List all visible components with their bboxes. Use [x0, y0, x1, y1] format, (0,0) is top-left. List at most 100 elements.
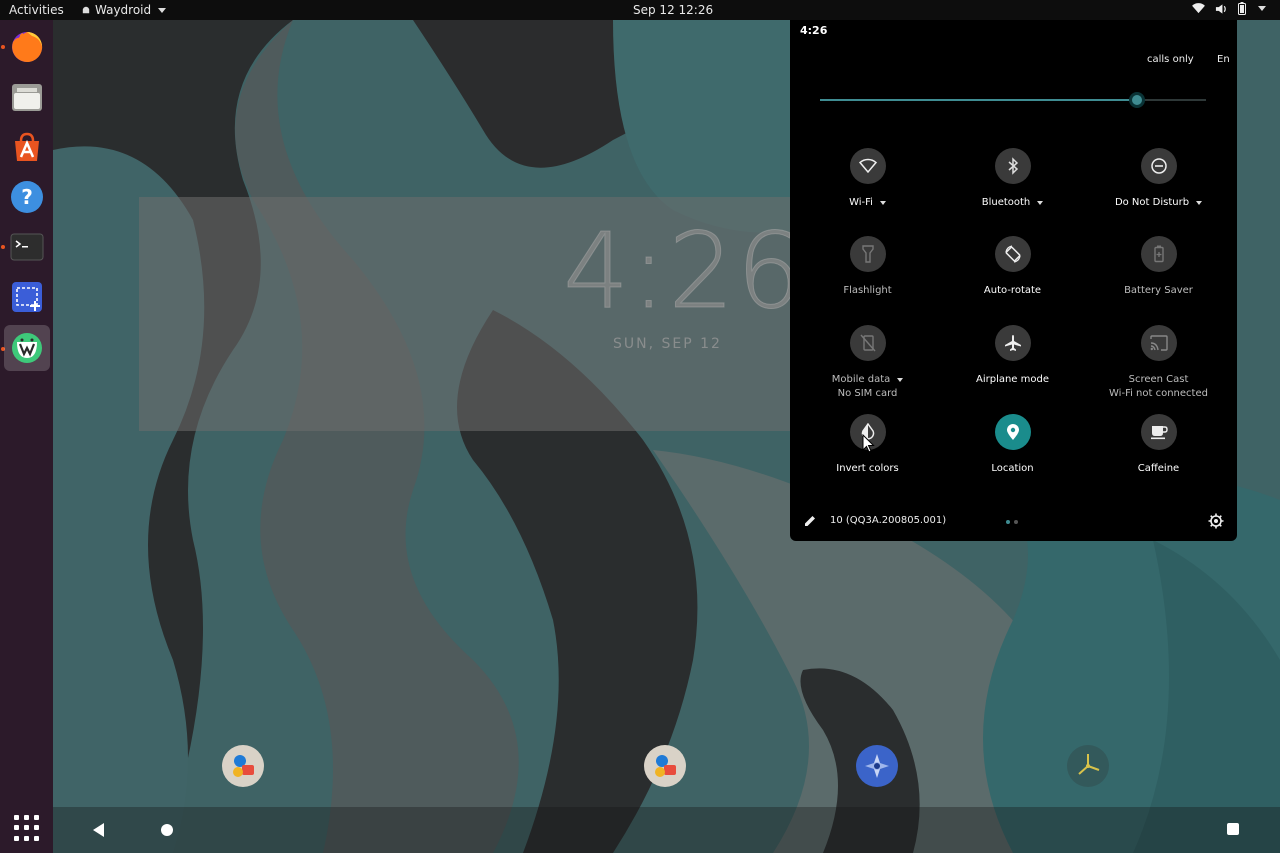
edit-icon[interactable]	[803, 514, 817, 528]
mobile-data-off-icon[interactable]	[849, 325, 886, 361]
software-center-icon	[15, 132, 39, 161]
svg-text:?: ?	[21, 185, 33, 209]
clock-app-icon[interactable]	[1067, 745, 1109, 787]
carrier-text: calls only	[1147, 54, 1194, 65]
mouse-cursor	[862, 434, 875, 453]
waydroid-icon	[12, 333, 42, 363]
tile-label-text: Wi-Fi	[849, 197, 873, 208]
chevron-down-icon[interactable]	[1037, 200, 1044, 205]
auto-rotate-icon[interactable]	[994, 236, 1031, 272]
tile-label: Screen Cast	[1129, 374, 1189, 385]
lock-time: 4:26	[563, 210, 805, 333]
back-button[interactable]	[93, 823, 104, 837]
brightness-slider-fill	[820, 99, 1137, 101]
tile-label: Auto-rotate	[984, 285, 1041, 296]
airplane-icon[interactable]	[994, 325, 1031, 361]
chevron-down-icon	[158, 7, 167, 13]
system-tray[interactable]	[1192, 2, 1266, 15]
contacts-messaging-icon[interactable]	[644, 745, 686, 787]
dock-item-waydroid[interactable]	[4, 325, 50, 371]
tile-bluetooth[interactable]: Bluetooth	[940, 148, 1085, 208]
date-time[interactable]: Sep 12 12:26	[633, 3, 713, 17]
carrier-text-secondary: En	[1217, 54, 1230, 65]
contacts-messaging-icon[interactable]	[222, 745, 264, 787]
page-indicator	[1014, 520, 1018, 524]
tile-label: Invert colors	[836, 463, 898, 474]
tile-label: Do Not Disturb	[1114, 197, 1203, 208]
activities-button[interactable]: Activities	[9, 3, 64, 17]
top-bar: Activities Waydroid Sep 12 12:26	[0, 0, 1280, 20]
tile-label-text: Bluetooth	[981, 197, 1031, 208]
status-time: 4:26	[800, 24, 828, 37]
tile-flashlight[interactable]: Flashlight	[795, 236, 940, 296]
tile-label-text: Screen Cast	[1128, 374, 1189, 385]
screenshot-icon	[12, 282, 42, 312]
dock-item-screenshot[interactable]	[4, 274, 50, 320]
tile-label-text: Auto-rotate	[983, 285, 1042, 296]
help-icon: ?	[11, 181, 43, 213]
chevron-down-icon[interactable]	[879, 200, 886, 205]
tile-label-text: Invert colors	[836, 463, 899, 474]
tile-sublabel: No SIM card	[837, 388, 898, 399]
bluetooth-icon[interactable]	[994, 148, 1031, 184]
gear-icon[interactable]	[1208, 513, 1224, 529]
tile-label: Flashlight	[843, 285, 891, 296]
android-nav-bar	[53, 807, 1280, 853]
firefox-icon	[12, 31, 43, 62]
do-not-disturb-icon[interactable]	[1140, 148, 1177, 184]
tile-location[interactable]: Location	[940, 414, 1085, 474]
cast-icon[interactable]	[1140, 325, 1177, 361]
quick-settings-footer: 10 (QQ3A.200805.001)	[790, 510, 1237, 534]
tile-label: Bluetooth	[982, 197, 1044, 208]
tile-label-text: Airplane mode	[975, 374, 1049, 385]
dock-item-software[interactable]	[4, 124, 50, 170]
app-menu[interactable]: Waydroid	[82, 3, 167, 17]
tile-do-not-disturb[interactable]: Do Not Disturb	[1086, 148, 1231, 208]
quick-settings-panel: 4:26 calls only En Wi-Fi Bluetooth Do Not …	[790, 20, 1237, 541]
battery-icon	[1238, 2, 1246, 15]
tile-auto-rotate[interactable]: Auto-rotate	[940, 236, 1085, 296]
wifi-icon[interactable]	[849, 148, 886, 184]
recents-button[interactable]	[1227, 823, 1239, 835]
build-number[interactable]: 10 (QQ3A.200805.001)	[830, 515, 946, 526]
tile-sublabel: Wi-Fi not connected	[1109, 388, 1208, 399]
dock-item-files[interactable]	[4, 74, 50, 120]
location-icon[interactable]	[994, 414, 1031, 450]
caffeine-icon[interactable]	[1140, 414, 1177, 450]
tile-screen-cast[interactable]: Screen Cast Wi-Fi not connected	[1086, 325, 1231, 399]
volume-icon	[1215, 3, 1226, 14]
wifi-icon	[1192, 3, 1205, 14]
battery-saver-icon[interactable]	[1140, 236, 1177, 272]
dock-item-firefox[interactable]	[4, 24, 50, 70]
tile-label-text: Mobile data	[831, 374, 891, 385]
home-button[interactable]	[161, 824, 173, 836]
dock: ?	[0, 20, 53, 853]
dock-item-terminal[interactable]	[4, 224, 50, 270]
brightness-slider-thumb[interactable]	[1129, 92, 1145, 108]
power-menu-icon	[1258, 6, 1266, 11]
tile-label: Wi-Fi	[849, 197, 886, 208]
tile-label-text: Do Not Disturb	[1114, 197, 1190, 208]
tile-label-text: Location	[991, 463, 1034, 474]
tile-label: Caffeine	[1138, 463, 1179, 474]
android-icon	[82, 6, 90, 14]
compass-icon[interactable]	[856, 745, 898, 787]
tile-mobile-data[interactable]: Mobile data No SIM card	[795, 325, 940, 399]
tile-label: Airplane mode	[976, 374, 1049, 385]
tile-label: Location	[991, 463, 1033, 474]
dock-item-help[interactable]: ?	[4, 174, 50, 220]
app-menu-label: Waydroid	[95, 3, 152, 17]
tile-label-text: Caffeine	[1137, 463, 1180, 474]
chevron-down-icon[interactable]	[897, 377, 904, 382]
chevron-down-icon[interactable]	[1196, 200, 1203, 205]
page-indicator-active	[1006, 520, 1010, 524]
show-applications-icon[interactable]	[14, 815, 40, 841]
flashlight-icon[interactable]	[849, 236, 886, 272]
tile-airplane-mode[interactable]: Airplane mode	[940, 325, 1085, 385]
tile-battery-saver[interactable]: Battery Saver	[1086, 236, 1231, 296]
files-icon	[12, 84, 42, 111]
tile-label: Mobile data	[832, 374, 904, 385]
terminal-icon	[10, 233, 44, 261]
tile-wi-fi[interactable]: Wi-Fi	[795, 148, 940, 208]
tile-caffeine[interactable]: Caffeine	[1086, 414, 1231, 474]
